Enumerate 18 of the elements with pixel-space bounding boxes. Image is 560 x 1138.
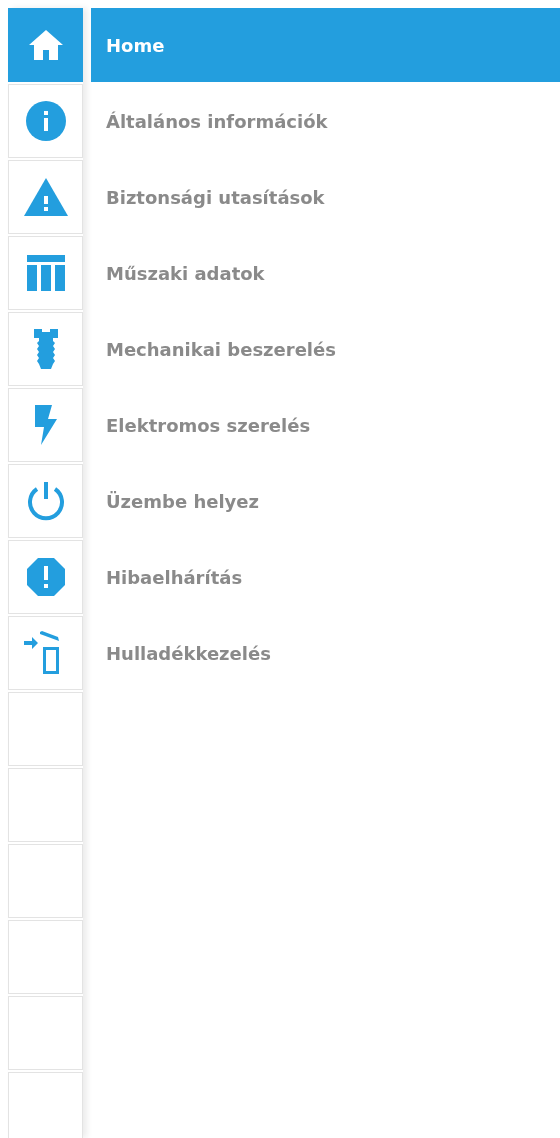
menu-item[interactable]: Hulladékkezelés xyxy=(91,616,560,690)
menu-item[interactable]: Biztonsági utasítások xyxy=(91,160,560,234)
menu-icon-tile[interactable] xyxy=(8,8,83,82)
menu-item[interactable]: Home xyxy=(91,8,560,82)
lightning-bolt-icon xyxy=(34,405,57,445)
power-icon xyxy=(25,481,66,521)
table-icon xyxy=(26,255,65,291)
menu-item[interactable]: Elektromos szerelés xyxy=(91,388,560,462)
menu-item[interactable]: Üzembe helyez xyxy=(91,464,560,538)
menu-item[interactable]: Mechanikai beszerelés xyxy=(91,312,560,386)
menu-item[interactable]: Műszaki adatok xyxy=(91,236,560,310)
menu-item[interactable]: Általános információk xyxy=(91,84,560,158)
home-icon xyxy=(27,29,64,61)
screw-icon xyxy=(33,329,58,369)
info-icon xyxy=(25,101,66,141)
alert-octagon-icon xyxy=(26,558,65,596)
warning-icon xyxy=(23,178,68,216)
menu-item[interactable]: Hibaelhárítás xyxy=(91,540,560,614)
